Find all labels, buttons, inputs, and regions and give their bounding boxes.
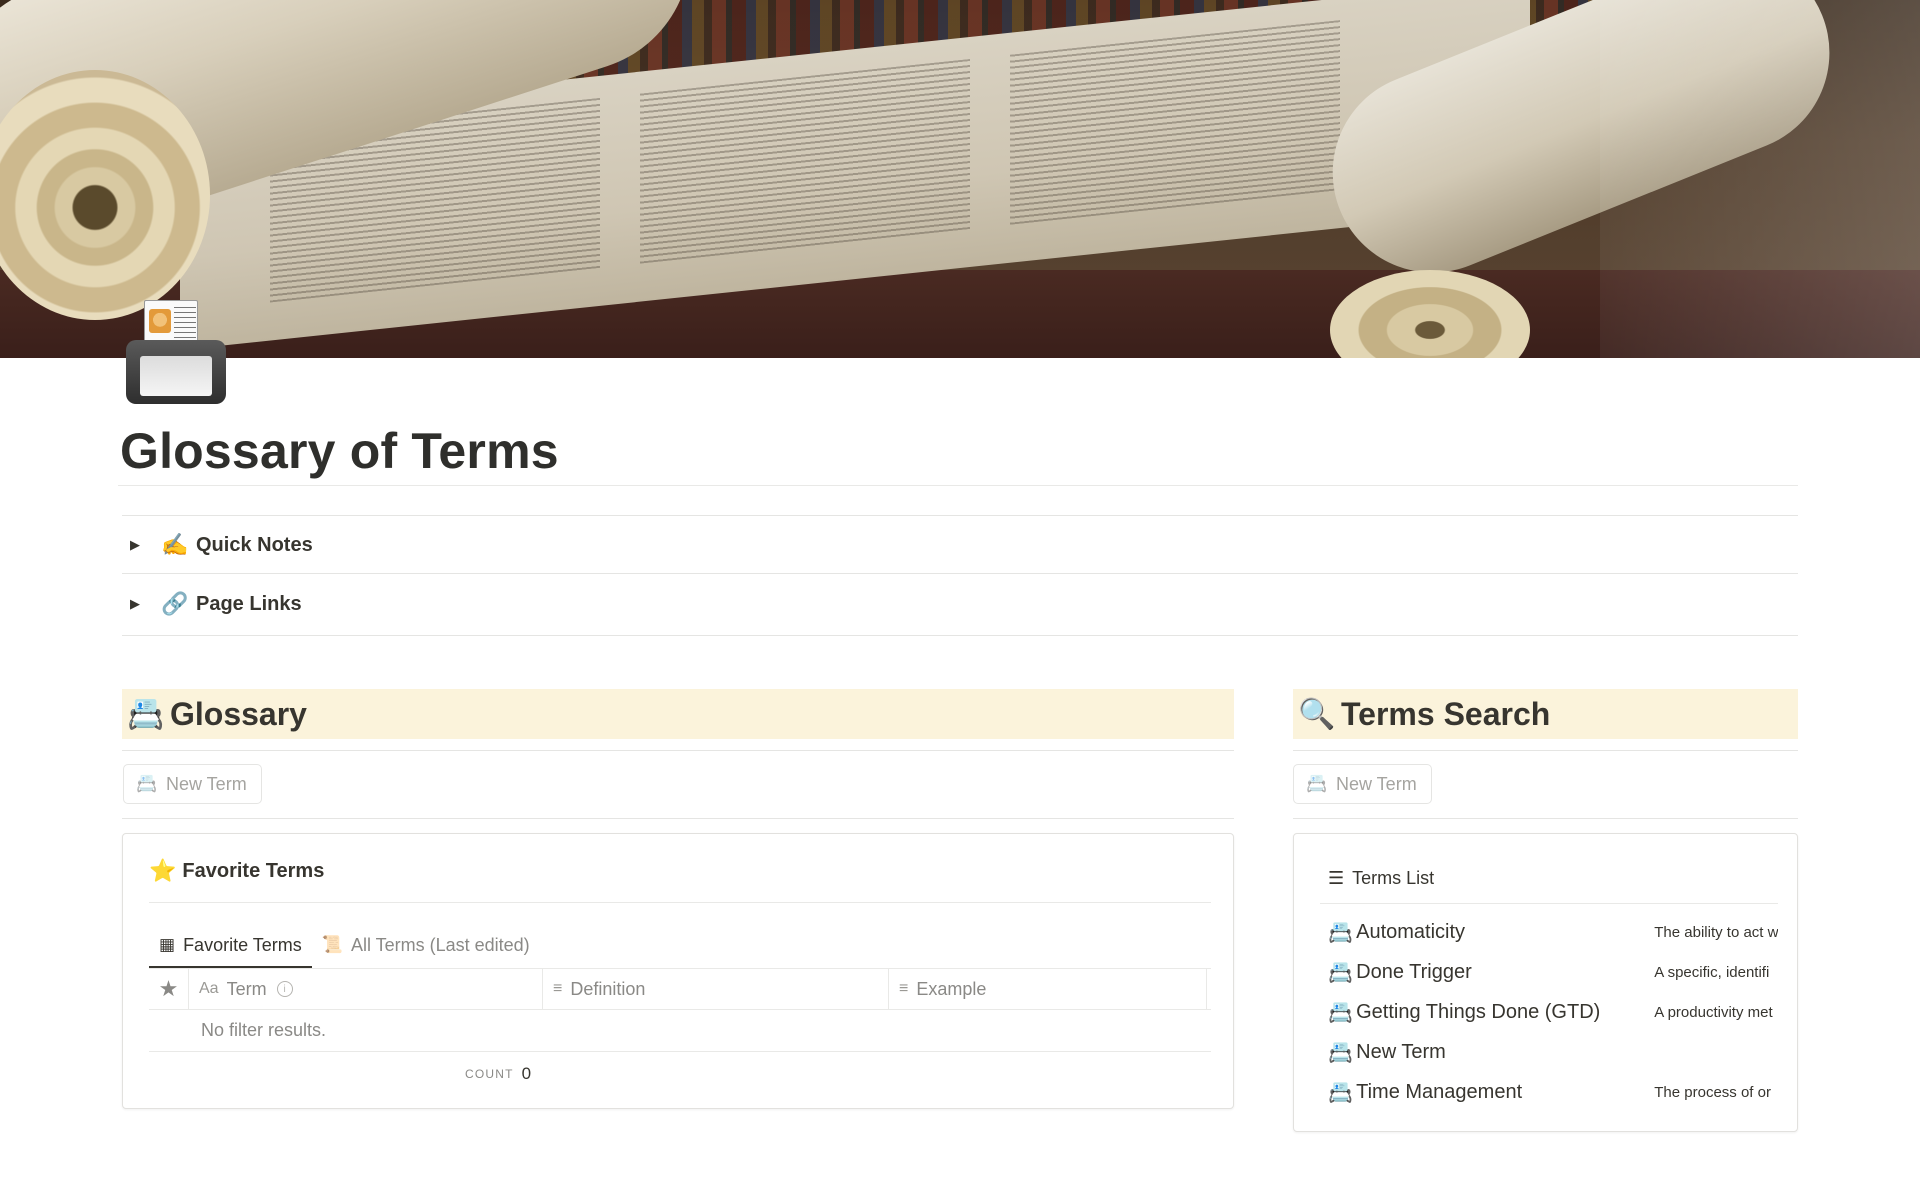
card-printer-icon: 📇 — [136, 774, 158, 793]
count-footer[interactable]: COUNT 0 — [149, 1052, 1211, 1096]
triangle-right-icon[interactable]: ▶ — [122, 537, 148, 553]
list-item[interactable]: 📇 New Term — [1320, 1032, 1778, 1072]
divider — [1293, 750, 1798, 751]
empty-state: No filter results. — [149, 1010, 1211, 1052]
tab-all-terms[interactable]: 📜 All Terms (Last edited) — [312, 922, 540, 968]
terms-search-header: 🔍 Terms Search — [1293, 689, 1798, 739]
divider — [1293, 818, 1798, 819]
list-item[interactable]: 📇 Getting Things Done (GTD) A productivi… — [1320, 992, 1778, 1032]
card-printer-icon: 📇 — [1306, 774, 1328, 793]
scroll-icon: 📜 — [321, 935, 343, 954]
toggle-label: Quick Notes — [196, 533, 313, 556]
card-printer-icon[interactable] — [120, 296, 240, 416]
card-printer-icon: 📇 — [1328, 1041, 1353, 1064]
title-divider — [118, 485, 1798, 486]
star-column-icon[interactable]: ★ — [149, 969, 189, 1009]
table-icon: ▦ — [159, 935, 176, 954]
glass-case — [1600, 0, 1920, 358]
star-icon: ⭐ — [149, 858, 177, 883]
avatar-face — [149, 309, 171, 333]
new-term-button[interactable]: 📇 New Term — [123, 764, 262, 804]
divider — [122, 818, 1234, 819]
terms-list-card: ☰ Terms List 📇 Automaticity The ability … — [1293, 833, 1798, 1132]
text-property-icon: ≡ — [899, 980, 909, 997]
favorite-terms-card: ⭐ Favorite Terms ▦ Favorite Terms 📜 All … — [122, 833, 1234, 1109]
divider — [122, 573, 1798, 574]
tab-favorite-terms[interactable]: ▦ Favorite Terms — [149, 922, 312, 969]
toggle-quick-notes[interactable]: ▶ ✍️ Quick Notes — [122, 517, 313, 573]
list-item[interactable]: 📇 Automaticity The ability to act w — [1320, 912, 1778, 952]
column-example[interactable]: ≡ Example — [889, 969, 1207, 1009]
card-printer-icon: 📇 — [1328, 961, 1353, 984]
column-term[interactable]: Aa Term i — [189, 969, 543, 1009]
new-term-button[interactable]: 📇 New Term — [1293, 764, 1432, 804]
page-title[interactable]: Glossary of Terms — [120, 422, 559, 480]
link-icon: 🔗 — [161, 591, 189, 616]
card-printer-icon: 📇 — [1328, 1081, 1353, 1104]
magnifier-icon: 🔍 — [1298, 697, 1336, 731]
view-title[interactable]: ⭐ Favorite Terms — [149, 858, 324, 884]
column-definition[interactable]: ≡ Definition — [543, 969, 889, 1009]
section-title[interactable]: Glossary — [170, 696, 307, 733]
text-property-icon: ≡ — [553, 980, 563, 997]
toggle-label: Page Links — [196, 592, 302, 615]
card-printer-icon: 📇 — [127, 697, 165, 731]
title-property-icon: Aa — [199, 980, 219, 997]
writing-hand-icon: ✍️ — [161, 532, 189, 557]
divider — [122, 515, 1798, 516]
list-item[interactable]: 📇 Time Management The process of or — [1320, 1072, 1778, 1112]
table-header: ★ Aa Term i ≡ Definition ≡ Example — [149, 968, 1211, 1010]
list-item[interactable]: 📇 Done Trigger A specific, identifi — [1320, 952, 1778, 992]
card-printer-icon: 📇 — [1328, 1001, 1353, 1024]
terms-list: 📇 Automaticity The ability to act w 📇 Do… — [1320, 912, 1778, 1112]
list-icon: ☰ — [1328, 868, 1345, 888]
tab-terms-list[interactable]: ☰ Terms List — [1320, 854, 1778, 904]
glossary-header: 📇 Glossary — [122, 689, 1234, 739]
divider — [122, 635, 1798, 636]
cover-image — [0, 0, 1920, 358]
triangle-right-icon[interactable]: ▶ — [122, 596, 148, 612]
card-printer-icon: 📇 — [1328, 921, 1353, 944]
view-tabs: ▦ Favorite Terms 📜 All Terms (Last edite… — [149, 922, 540, 969]
toggle-page-links[interactable]: ▶ 🔗 Page Links — [122, 576, 302, 632]
info-icon[interactable]: i — [276, 981, 293, 997]
favorite-terms-table: ★ Aa Term i ≡ Definition ≡ Example No fi… — [149, 968, 1211, 1096]
section-title[interactable]: Terms Search — [1341, 696, 1550, 733]
divider — [122, 750, 1234, 751]
